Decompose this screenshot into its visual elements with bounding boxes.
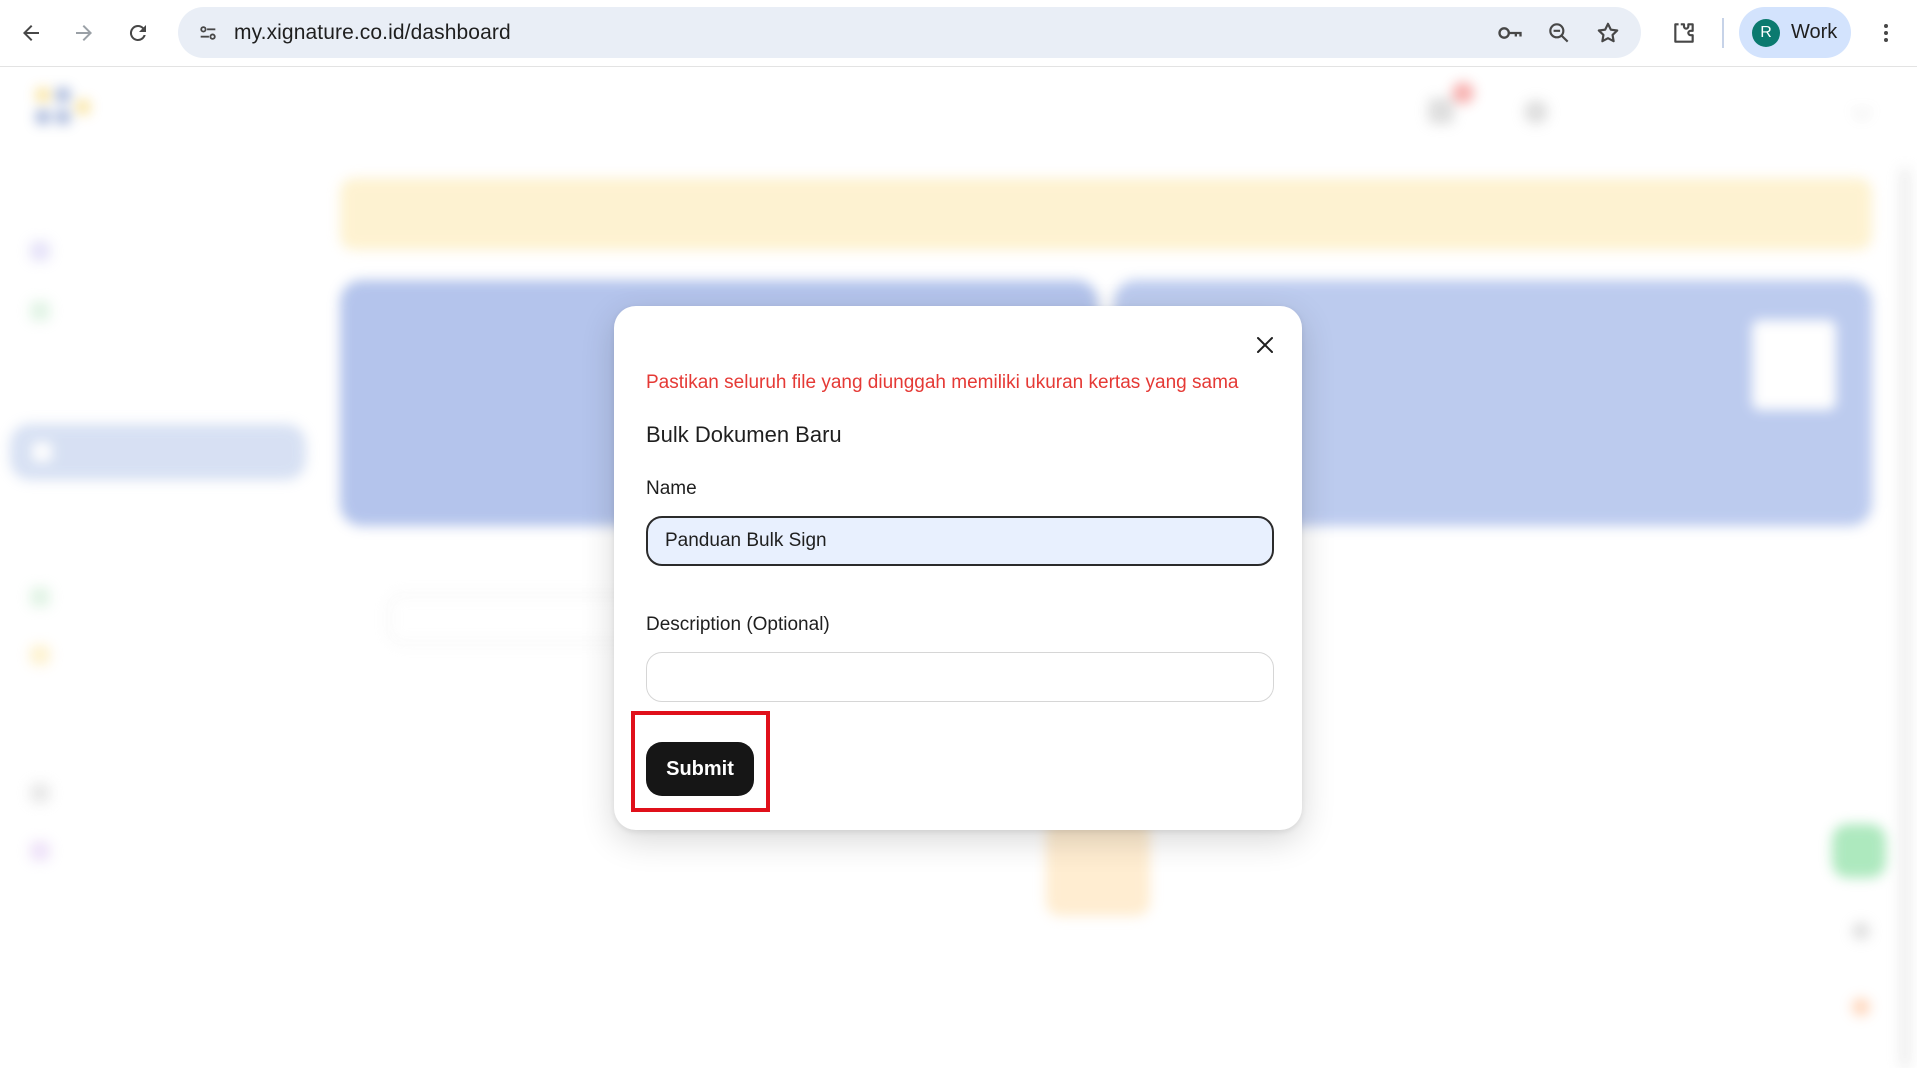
profile-avatar: R	[1752, 19, 1780, 47]
password-key-icon[interactable]	[1495, 18, 1525, 48]
back-arrow-icon[interactable]	[11, 13, 51, 53]
description-label: Description (Optional)	[646, 614, 830, 635]
bookmark-star-icon[interactable]	[1593, 18, 1623, 48]
submit-highlight-box	[631, 711, 770, 812]
description-input[interactable]	[646, 652, 1274, 702]
profile-label: Work	[1791, 21, 1838, 43]
close-icon[interactable]	[1250, 330, 1280, 360]
zoom-icon[interactable]	[1544, 18, 1574, 48]
name-input[interactable]	[646, 516, 1274, 566]
address-bar[interactable]: my.xignature.co.id/dashboard	[178, 7, 1641, 58]
paper-size-warning: Pastikan seluruh file yang diunggah memi…	[646, 372, 1239, 393]
extensions-puzzle-icon[interactable]	[1666, 15, 1702, 51]
url-text[interactable]: my.xignature.co.id/dashboard	[234, 21, 511, 45]
reload-icon[interactable]	[118, 13, 158, 53]
site-info-icon[interactable]	[190, 15, 225, 50]
modal-title: Bulk Dokumen Baru	[646, 422, 842, 447]
kebab-menu-icon[interactable]	[1868, 15, 1904, 51]
name-label: Name	[646, 478, 697, 499]
profile-button[interactable]: R Work	[1739, 7, 1851, 58]
forward-arrow-icon[interactable]	[64, 13, 104, 53]
browser-toolbar: my.xignature.co.id/dashboard R Work	[0, 0, 1917, 67]
toolbar-divider	[1722, 18, 1724, 48]
